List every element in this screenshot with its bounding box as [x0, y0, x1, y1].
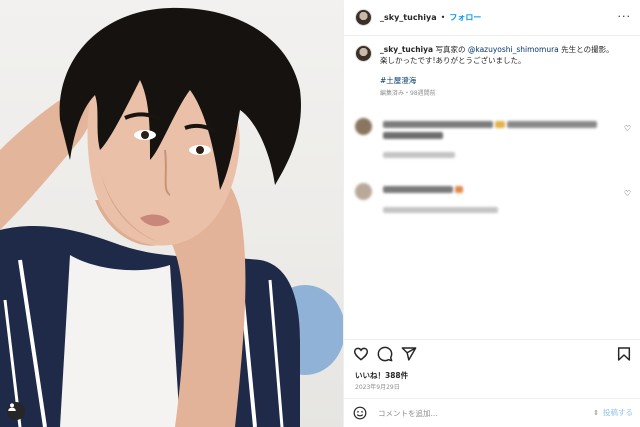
heart-icon[interactable]	[353, 346, 369, 362]
post-header: _sky_tuchiya • フォロー ···	[344, 0, 640, 36]
post-button-label: 投稿する	[603, 408, 633, 417]
avatar[interactable]	[355, 183, 372, 200]
portrait-image	[0, 7, 343, 427]
comment-input[interactable]	[378, 407, 578, 419]
blurred-comment-text	[383, 121, 493, 128]
save-icon[interactable]	[616, 346, 632, 362]
post-username[interactable]: _sky_tuchiya	[380, 13, 437, 22]
post-comment-button[interactable]: ⇕ 投稿する	[593, 407, 633, 418]
post-actions: いいね！388件 2023年9月29日	[344, 339, 640, 391]
blurred-comment-meta	[383, 152, 455, 158]
avatar[interactable]	[355, 45, 372, 62]
avatar[interactable]	[355, 118, 372, 135]
blurred-emoji	[495, 121, 505, 128]
blurred-comment-text	[507, 121, 597, 128]
comment-icon[interactable]	[377, 346, 393, 362]
sort-arrows-icon: ⇕	[593, 408, 599, 417]
hashtag-link[interactable]: #土屋澄海	[380, 75, 630, 86]
caption: _sky_tuchiya 写真家の @kazuyoshi_shimomura 先…	[355, 44, 635, 99]
blurred-comment-text	[383, 186, 453, 193]
post-photo[interactable]	[0, 0, 343, 427]
header-separator: •	[440, 13, 446, 22]
blurred-comment-text	[383, 132, 443, 139]
emoji-icon[interactable]	[353, 406, 367, 420]
caption-part-1: 写真家の	[433, 45, 468, 54]
caption-part-2: 先生との撮影。	[558, 45, 614, 54]
avatar[interactable]	[355, 9, 372, 26]
add-comment-bar: ⇕ 投稿する	[344, 398, 640, 427]
action-buttons	[353, 346, 633, 362]
blurred-emoji	[455, 186, 463, 193]
edited-timestamp: 編集済み・98週間前	[380, 90, 436, 97]
caption-username[interactable]: _sky_tuchiya	[380, 45, 433, 54]
heart-icon[interactable]: ♡	[624, 189, 631, 198]
blurred-comment-meta	[383, 207, 498, 213]
heart-icon[interactable]: ♡	[624, 124, 631, 133]
like-count[interactable]: いいね！388件	[355, 370, 408, 381]
caption-mention-link[interactable]: @kazuyoshi_shimomura	[468, 45, 559, 54]
post-detail-panel: _sky_tuchiya • フォロー ··· _sky_tuchiya 写真家…	[343, 0, 640, 427]
share-icon[interactable]	[401, 346, 417, 362]
more-horizontal-icon[interactable]: ···	[618, 11, 632, 22]
caption-line-2: 楽しかったです!ありがとうございました。	[380, 56, 526, 65]
follow-button[interactable]: フォロー	[449, 12, 481, 23]
tagged-user-icon[interactable]	[7, 402, 25, 420]
post-date: 2023年9月29日	[355, 384, 400, 391]
caption-text: _sky_tuchiya 写真家の @kazuyoshi_shimomura 先…	[380, 44, 630, 99]
